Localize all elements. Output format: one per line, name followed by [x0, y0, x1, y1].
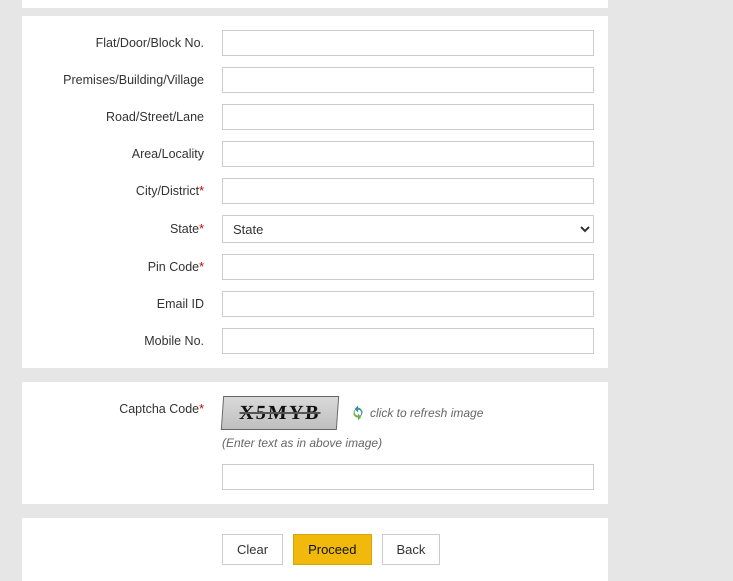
required-marker: *: [199, 222, 204, 236]
city-input[interactable]: [222, 178, 594, 204]
clear-button[interactable]: Clear: [222, 534, 283, 565]
required-marker: *: [199, 402, 204, 416]
label-premises: Premises/Building/Village: [36, 73, 222, 87]
row-premises: Premises/Building/Village: [36, 67, 594, 93]
prev-section-sliver: [22, 0, 608, 8]
address-form-card: Flat/Door/Block No. Premises/Building/Vi…: [22, 16, 608, 368]
row-city: City/District*: [36, 178, 594, 204]
label-area: Area/Locality: [36, 147, 222, 161]
label-road: Road/Street/Lane: [36, 110, 222, 124]
right-gutter: [618, 0, 733, 555]
premises-input[interactable]: [222, 67, 594, 93]
captcha-hint: (Enter text as in above image): [222, 436, 594, 450]
captcha-card: Captcha Code* X5MYB click to refresh ima…: [22, 382, 608, 504]
label-mobile: Mobile No.: [36, 334, 222, 348]
proceed-button[interactable]: Proceed: [293, 534, 371, 565]
label-email: Email ID: [36, 297, 222, 311]
back-button[interactable]: Back: [382, 534, 441, 565]
state-select[interactable]: State: [222, 215, 594, 243]
label-flat: Flat/Door/Block No.: [36, 36, 222, 50]
captcha-image: X5MYB: [221, 396, 339, 430]
required-marker: *: [199, 184, 204, 198]
road-input[interactable]: [222, 104, 594, 130]
mobile-input[interactable]: [222, 328, 594, 354]
row-area: Area/Locality: [36, 141, 594, 167]
row-mobile: Mobile No.: [36, 328, 594, 354]
email-input[interactable]: [222, 291, 594, 317]
captcha-input[interactable]: [222, 464, 594, 490]
label-city: City/District*: [36, 184, 222, 198]
refresh-icon: [350, 405, 366, 421]
refresh-text: click to refresh image: [370, 406, 483, 420]
row-flat: Flat/Door/Block No.: [36, 30, 594, 56]
row-email: Email ID: [36, 291, 594, 317]
label-state: State*: [36, 222, 222, 236]
flat-input[interactable]: [222, 30, 594, 56]
buttons-card: Clear Proceed Back: [22, 518, 608, 581]
row-state: State* State: [36, 215, 594, 243]
row-pin: Pin Code*: [36, 254, 594, 280]
area-input[interactable]: [222, 141, 594, 167]
row-road: Road/Street/Lane: [36, 104, 594, 130]
required-marker: *: [199, 260, 204, 274]
label-captcha: Captcha Code*: [36, 396, 222, 416]
pin-input[interactable]: [222, 254, 594, 280]
refresh-captcha-link[interactable]: click to refresh image: [350, 405, 483, 421]
label-pin: Pin Code*: [36, 260, 222, 274]
